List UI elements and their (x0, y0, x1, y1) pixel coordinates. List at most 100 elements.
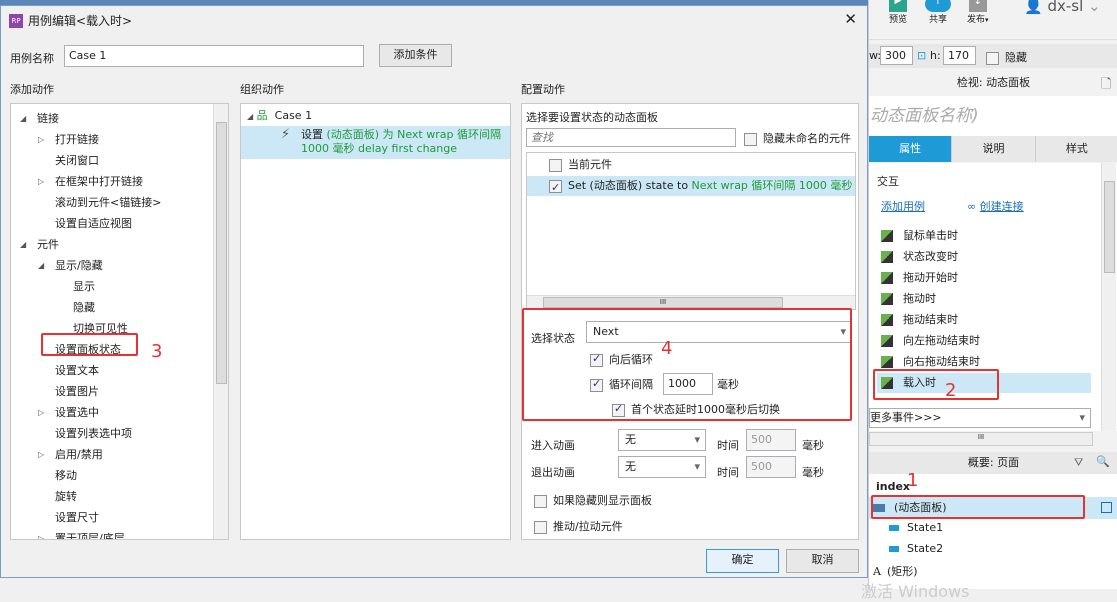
outline-page[interactable]: index (876, 480, 910, 493)
push-pull-checkbox[interactable]: 推动/拉动元件 (534, 518, 623, 534)
enter-anim-select[interactable]: 无 (618, 429, 706, 451)
share-button[interactable]: ↑ 共享 (925, 0, 951, 25)
inspector-tabs: 属性 说明 样式 (869, 136, 1117, 162)
axure-logo-icon: RP (9, 13, 23, 28)
exit-time-label: 时间 (717, 466, 739, 479)
enter-anim-label: 进入动画 (531, 439, 575, 452)
action-tree-item[interactable]: ◢ 元件 (20, 235, 59, 255)
expand-icon[interactable]: ▷ (38, 403, 44, 423)
hidden-checkbox[interactable]: 隐藏 (986, 49, 1027, 65)
event-icon (881, 272, 893, 284)
select-panel-label: 选择要设置状态的动态面板 (526, 111, 658, 124)
tab-1[interactable]: 说明 (951, 136, 1035, 162)
event-item[interactable]: 向左拖动结束时 (881, 331, 980, 351)
organize-actions-header: 组织动作 (240, 83, 284, 96)
expand-icon[interactable]: ▷ (38, 130, 44, 150)
event-item[interactable]: 鼠标单击时 (881, 226, 958, 246)
hide-unnamed-checkbox[interactable]: 隐藏未命名的元件 (744, 130, 851, 146)
action-tree-item[interactable]: ◢ 链接 (20, 109, 59, 129)
list-item-current[interactable]: 当前元件 (549, 155, 612, 175)
action-item[interactable]: ⚡ 设置 (动态面板) 为 Next wrap 循环间隔 1000 毫秒 dela… (241, 126, 510, 159)
collapse-icon[interactable]: ◢ (20, 109, 26, 129)
annotation-box-2 (873, 369, 999, 400)
action-tree-item[interactable]: 关闭窗口 (55, 151, 99, 171)
add-actions-tree: ◢ 链接 ▷ 打开链接 关闭窗口 ▷ 在框架中打开链接 滚动到元件<锚链接> 设置自适应视图 ◢ 元… (10, 103, 229, 540)
event-item[interactable]: 状态改变时 (881, 247, 958, 267)
action-tree-item[interactable]: 移动 (55, 466, 77, 486)
tab-2[interactable]: 样式 (1034, 136, 1117, 162)
horizontal-scrollbar[interactable]: III (527, 295, 855, 309)
action-tree-item[interactable]: 设置列表选中项 (55, 424, 132, 444)
enter-time-input[interactable]: 500 (746, 429, 796, 451)
action-tree-item[interactable]: ▷ 设置选中 (38, 403, 99, 423)
expand-icon[interactable]: ▷ (38, 529, 44, 539)
add-condition-button[interactable]: 添加条件 (379, 44, 452, 67)
tab-0[interactable]: 属性 (869, 136, 952, 162)
width-input[interactable]: 300 (880, 46, 913, 65)
event-item[interactable]: 拖动结束时 (881, 310, 958, 330)
horizontal-scrollbar-right[interactable]: III (869, 432, 1093, 446)
lightning-icon: ⚡ (281, 127, 291, 142)
close-icon[interactable]: ✕ (844, 10, 857, 28)
publish-button[interactable]: ↓ 发布▾ (967, 0, 989, 25)
exit-anim-select[interactable]: 无 (618, 456, 706, 478)
action-tree-item[interactable]: 设置图片 (55, 382, 99, 402)
preview-button[interactable]: ▶ 预览 (889, 0, 907, 25)
event-icon (881, 251, 893, 263)
create-link[interactable]: ∞ 创建连接 (967, 198, 1024, 214)
action-tree-item[interactable]: ◢ 显示/隐藏 (38, 256, 103, 276)
toolbar: ▶ 预览 ↑ 共享 ↓ 发布▾ 👤 dx-sl ⌄ (869, 0, 1117, 40)
height-input[interactable]: 170 (943, 46, 976, 65)
event-icon (881, 356, 893, 368)
action-tree-item[interactable]: ▷ 打开链接 (38, 130, 99, 150)
ok-button[interactable]: 确定 (706, 549, 779, 573)
case-name-input[interactable]: Case 1 (64, 45, 364, 67)
event-item[interactable]: 拖动时 (881, 289, 936, 309)
configure-actions-header: 配置动作 (521, 83, 565, 96)
case-name-label: 用例名称 (10, 52, 54, 65)
action-tree-item[interactable]: ▷ 启用/禁用 (38, 445, 103, 465)
search-input[interactable] (526, 128, 736, 147)
widget-name-input[interactable]: 动态面板名称) (869, 96, 1117, 136)
expand-icon[interactable]: ▷ (38, 445, 44, 465)
outline-item-state2[interactable]: State2 (889, 542, 943, 555)
dialog-title: RP 用例编辑<载入时> (9, 12, 132, 29)
filter-icon[interactable]: ⛛ (1074, 456, 1083, 470)
outline-item-rectangle[interactable]: A (矩形) (873, 563, 918, 579)
action-tree-item[interactable]: 设置文本 (55, 361, 99, 381)
expand-icon[interactable]: ▷ (38, 172, 44, 192)
event-item[interactable]: 拖动开始时 (881, 268, 958, 288)
case-node[interactable]: ◢ 品 Case 1 (247, 106, 312, 126)
outline-tree: index (动态面板) State1 State2 A (矩形) 激活 Wind… (861, 474, 1117, 601)
interactions-scrollbar[interactable] (1101, 163, 1116, 431)
outline-item-state1[interactable]: State1 (889, 521, 943, 534)
action-tree-item[interactable]: ▷ 在框架中打开链接 (38, 172, 143, 192)
action-tree-item[interactable]: 隐藏 (73, 298, 95, 318)
collapse-icon[interactable]: ◢ (38, 256, 44, 276)
inspector-title: 检视: 动态面板 (956, 76, 1031, 89)
list-item-panel[interactable]: Set (动态面板) state to Next wrap 循环间隔 1000 … (527, 176, 855, 198)
case-icon: 品 (256, 109, 268, 122)
action-tree-item[interactable]: ▷ 置于顶层/底层 (38, 529, 125, 539)
action-tree-item[interactable]: 滚动到元件<锚链接> (55, 193, 161, 213)
search-icon[interactable]: 🔍 (1096, 455, 1110, 468)
user-menu[interactable]: 👤 dx-sl ⌄ (1024, 0, 1101, 15)
action-tree-item[interactable]: 设置尺寸 (55, 508, 99, 528)
event-icon (881, 230, 893, 242)
action-tree-item[interactable]: 显示 (73, 277, 95, 297)
cancel-button[interactable]: 取消 (786, 549, 859, 573)
page-icon[interactable]: 🗋 (1101, 75, 1111, 97)
action-tree-item[interactable]: 设置自适应视图 (55, 214, 132, 234)
annotation-number-2: 2 (945, 380, 957, 401)
add-case-link[interactable]: 添加用例 (881, 198, 925, 214)
exit-anim-label: 退出动画 (531, 466, 575, 479)
lock-ratio-icon[interactable]: ⊡ (917, 49, 926, 62)
exit-time-input[interactable]: 500 (746, 456, 796, 478)
more-events-select[interactable]: 更多事件>>> (869, 408, 1091, 428)
collapse-icon[interactable]: ◢ (20, 235, 26, 255)
action-tree-item[interactable]: 旋转 (55, 487, 77, 507)
panel-list: 当前元件 Set (动态面板) state to Next wrap 循环间隔 … (526, 152, 856, 310)
add-actions-header: 添加动作 (10, 83, 54, 96)
tree-scrollbar[interactable] (213, 104, 228, 539)
show-if-hidden-checkbox[interactable]: 如果隐藏则显示面板 (534, 492, 652, 508)
